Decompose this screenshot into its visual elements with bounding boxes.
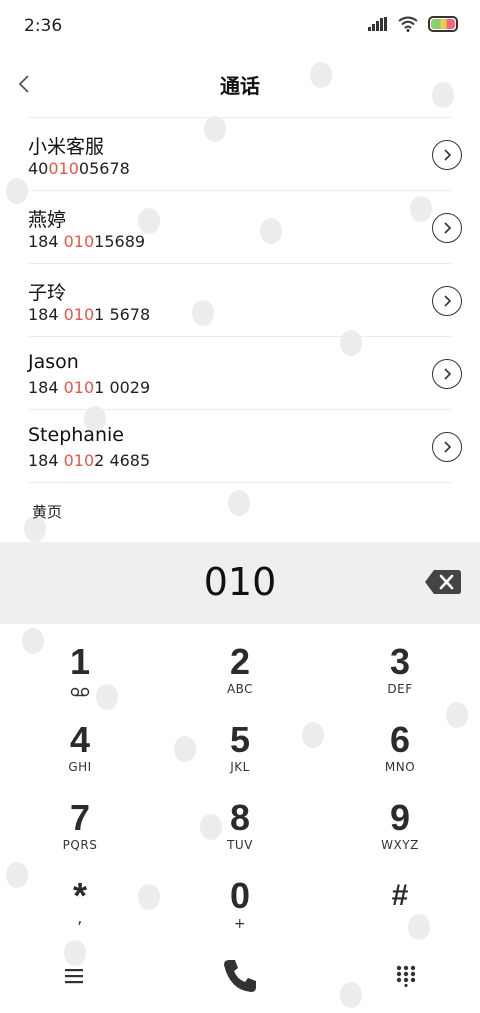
contact-detail-button[interactable] <box>432 213 462 243</box>
list-item[interactable]: 燕婷 184 01015689 <box>28 190 462 263</box>
keypad-grid-icon <box>396 965 416 987</box>
key-5[interactable]: 5 JKL <box>180 720 300 792</box>
list-divider <box>28 482 452 484</box>
key-7[interactable]: 7 PQRS <box>20 798 140 870</box>
chevron-right-icon <box>444 441 452 453</box>
menu-icon <box>65 969 83 984</box>
list-item[interactable]: Stephanie 184 0102 4685 <box>28 409 462 482</box>
contact-name: 燕婷 <box>28 209 67 231</box>
wifi-icon <box>398 16 418 32</box>
contact-number: 184 01015689 <box>28 232 146 251</box>
chevron-right-icon <box>444 149 452 161</box>
key-4[interactable]: 4 GHI <box>20 720 140 792</box>
backspace-icon <box>425 570 461 594</box>
contact-number: 184 0102 4685 <box>28 451 151 470</box>
yellow-pages-label: 黄页 <box>32 503 63 521</box>
status-bar: 2:36 <box>0 0 480 52</box>
key-8[interactable]: 8 TUV <box>180 798 300 870</box>
header: 通话 <box>0 56 480 112</box>
contact-name: 子玲 <box>28 282 67 304</box>
dial-input[interactable]: 010 <box>0 560 480 604</box>
chevron-right-icon <box>444 222 452 234</box>
contact-detail-button[interactable] <box>432 359 462 389</box>
contact-detail-button[interactable] <box>432 286 462 316</box>
chevron-right-icon <box>444 368 452 380</box>
contact-number: 184 0101 5678 <box>28 305 151 324</box>
call-button[interactable] <box>218 954 262 998</box>
keypad-toggle-button[interactable] <box>384 954 428 998</box>
phone-icon <box>224 960 256 992</box>
contact-name: Stephanie <box>28 424 124 446</box>
key-9[interactable]: 9 WXYZ <box>340 798 460 870</box>
battery-icon <box>428 16 458 32</box>
contact-number: 4001005678 <box>28 159 130 178</box>
contact-list: 小米客服 4001005678 燕婷 184 01015689 子玲 184 0… <box>28 117 462 484</box>
key-2[interactable]: 2 ABC <box>180 642 300 714</box>
key-6[interactable]: 6 MNO <box>340 720 460 792</box>
key-3[interactable]: 3 DEF <box>340 642 460 714</box>
signal-icon <box>368 17 387 31</box>
menu-button[interactable] <box>52 954 96 998</box>
list-item[interactable]: 小米客服 4001005678 <box>28 117 462 190</box>
contact-number: 184 0101 0029 <box>28 378 151 397</box>
page-title: 通话 <box>220 74 260 98</box>
contact-detail-button[interactable] <box>432 432 462 462</box>
dial-input-bar: 010 <box>0 542 480 624</box>
contact-name: 小米客服 <box>28 136 105 158</box>
key-0[interactable]: 0 + <box>180 876 300 948</box>
list-item[interactable]: Jason 184 0101 0029 <box>28 336 462 409</box>
key-star[interactable]: * , <box>20 876 140 948</box>
contact-name: Jason <box>28 351 79 373</box>
key-hash[interactable]: # <box>340 876 460 948</box>
key-1[interactable]: 1 <box>20 642 140 714</box>
chevron-right-icon <box>444 295 452 307</box>
voicemail-icon <box>70 687 90 697</box>
contact-detail-button[interactable] <box>432 140 462 170</box>
bottom-bar <box>0 940 480 1012</box>
backspace-button[interactable] <box>424 568 462 596</box>
list-item[interactable]: 子玲 184 0101 5678 <box>28 263 462 336</box>
status-time: 2:36 <box>24 16 63 36</box>
